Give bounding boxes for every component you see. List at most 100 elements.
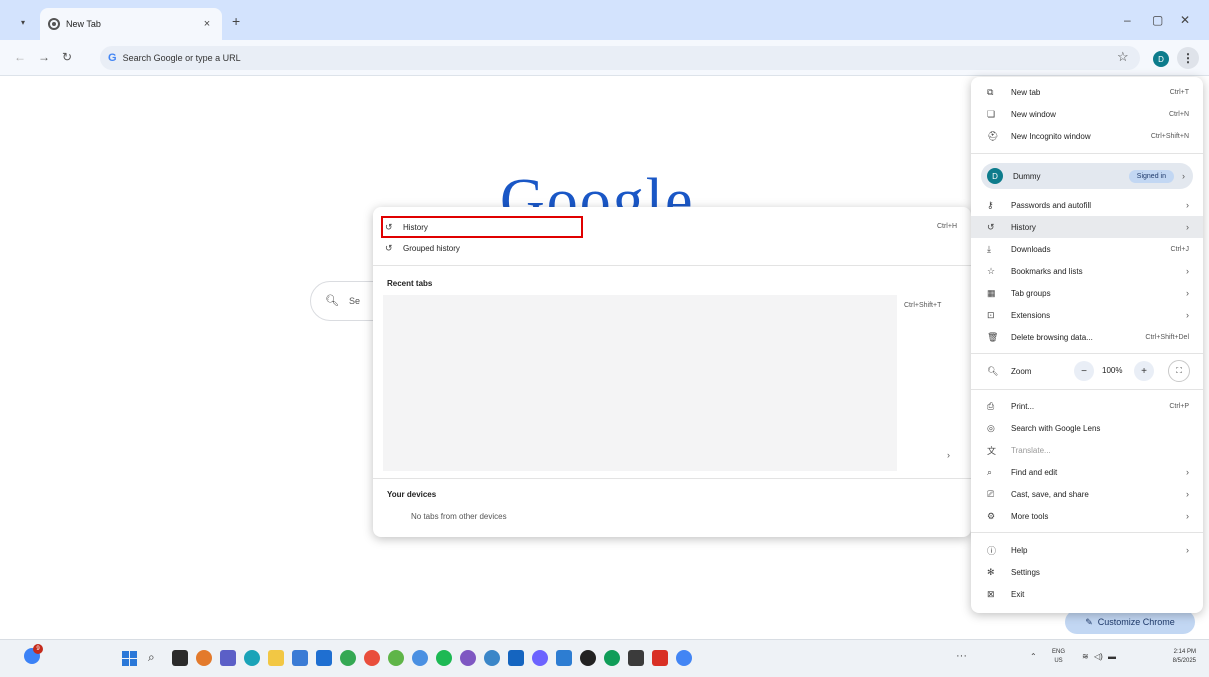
chrome-icon[interactable]	[340, 650, 356, 666]
omnibox[interactable]: G Search Google or type a URL	[100, 46, 1140, 70]
edge-icon[interactable]	[244, 650, 260, 666]
chrome-profile-icon[interactable]	[460, 650, 476, 666]
back-button[interactable]: ←	[14, 50, 26, 64]
tab-new-tab[interactable]: New Tab ×	[40, 8, 222, 40]
menu-item-extensions[interactable]: ⊡ Extensions ›	[971, 304, 1203, 326]
menu-item-find-and-edit[interactable]: ⌕ Find and edit ›	[971, 461, 1203, 483]
chevron-right-icon: ›	[1186, 222, 1189, 232]
store-icon[interactable]	[292, 650, 308, 666]
terminal-icon[interactable]	[508, 650, 524, 666]
chrome-profile-icon[interactable]	[676, 650, 692, 666]
menu-item-tab-groups[interactable]: ▦ Tab groups ›	[971, 282, 1203, 304]
submenu-item-label: History	[403, 222, 428, 232]
windows-start-icon[interactable]	[122, 651, 137, 666]
omnibox-placeholder: Search Google or type a URL	[122, 53, 241, 63]
spotify-icon[interactable]	[436, 650, 452, 666]
restore-icon[interactable]: ▢	[1152, 13, 1163, 27]
divider	[373, 478, 971, 479]
menu-item-more-tools[interactable]: ⚙ More tools ›	[971, 505, 1203, 527]
menu-item-history[interactable]: ↺ History ›	[971, 216, 1203, 238]
search-icon[interactable]: ⌕	[148, 650, 155, 665]
customize-chrome-button[interactable]: ✎ Customize Chrome	[1065, 610, 1195, 634]
app-icon[interactable]	[628, 650, 644, 666]
chrome-icon[interactable]	[604, 650, 620, 666]
chrome-profile-icon[interactable]	[532, 650, 548, 666]
menu-item-downloads[interactable]: ⤓ Downloads Ctrl+J	[971, 238, 1203, 260]
divider	[971, 532, 1203, 533]
menu-item-new-window[interactable]: ❏ New window Ctrl+N	[971, 103, 1203, 125]
task-view-icon[interactable]	[172, 650, 188, 666]
incognito-icon: ⛑	[987, 130, 999, 141]
fullscreen-icon[interactable]: ⛶	[1168, 360, 1190, 382]
settings-app-icon[interactable]	[484, 650, 500, 666]
menu-item-exit[interactable]: ⊠ Exit	[971, 583, 1203, 605]
chevron-right-icon: ›	[1186, 310, 1189, 320]
menu-item-bookmarks[interactable]: ☆ Bookmarks and lists ›	[971, 260, 1203, 282]
zoom-value: 100%	[1102, 366, 1123, 375]
outlook-icon[interactable]	[316, 650, 332, 666]
submenu-item-history[interactable]: ↺ History	[385, 218, 428, 236]
menu-item-cast-save-share[interactable]: ⎚ Cast, save, and share ›	[971, 483, 1203, 505]
widgets-icon[interactable]	[196, 650, 212, 666]
exit-icon: ⊠	[987, 588, 995, 599]
profile-avatar-icon: D	[987, 168, 1003, 184]
clock[interactable]: 2:14 PM 8/5/2025	[1160, 648, 1196, 666]
menu-item-delete-browsing-data[interactable]: 🗑︎ Delete browsing data... Ctrl+Shift+De…	[971, 326, 1203, 348]
bookmark-star-icon[interactable]: ☆	[1117, 49, 1129, 65]
zoom-out-button[interactable]: −	[1074, 361, 1094, 381]
translate-icon: 文	[987, 445, 997, 456]
chrome-menu-button[interactable]: ⋮	[1177, 47, 1199, 69]
chrome-profile-icon[interactable]	[388, 650, 404, 666]
menu-item-help[interactable]: ⓘ Help ›	[971, 539, 1203, 561]
menu-item-passwords[interactable]: ⚷ Passwords and autofill ›	[971, 194, 1203, 216]
minimize-icon[interactable]: –	[1124, 13, 1131, 27]
battery-icon: ▬	[1108, 652, 1116, 661]
chrome-profile-icon[interactable]	[412, 650, 428, 666]
taskbar: 9 ⌕ ··· ⌃ ENG US ≋ ◁) ▬ 2:14 PM 8/5/2025	[0, 639, 1209, 677]
new-tab-icon: ⧉	[987, 86, 994, 97]
zoom-in-button[interactable]: +	[1134, 361, 1154, 381]
app-icon[interactable]	[652, 650, 668, 666]
menu-item-new-tab[interactable]: ⧉ New tab Ctrl+T	[971, 81, 1203, 103]
key-icon: ⚷	[987, 199, 994, 210]
menu-item-print[interactable]: ⎙ Print... Ctrl+P	[971, 395, 1203, 417]
tab-search-button[interactable]: ▾	[14, 13, 32, 31]
menu-item-google-lens[interactable]: ◎ Search with Google Lens	[971, 417, 1203, 439]
vscode-icon[interactable]	[556, 650, 572, 666]
app-icon[interactable]	[580, 650, 596, 666]
teams-icon[interactable]	[220, 650, 236, 666]
profile-name: Dummy	[1013, 171, 1041, 181]
wifi-icon: ≋	[1082, 652, 1089, 661]
chevron-right-icon: ›	[1186, 288, 1189, 298]
chevron-right-icon: ›	[1186, 467, 1189, 477]
menu-item-new-incognito[interactable]: ⛑ New Incognito window Ctrl+Shift+N	[971, 125, 1203, 147]
divider	[971, 389, 1203, 390]
app-icon[interactable]	[364, 650, 380, 666]
chrome-icon	[48, 18, 60, 30]
submenu-item-grouped-history[interactable]: ↺ Grouped history	[385, 239, 460, 257]
lens-icon: ◎	[987, 422, 995, 433]
profile-avatar[interactable]: D	[1153, 51, 1169, 67]
close-window-icon[interactable]: ✕	[1180, 13, 1190, 27]
profile-row[interactable]: D Dummy Signed in ›	[981, 163, 1193, 189]
cast-icon: ⎚	[987, 488, 995, 499]
close-tab-icon[interactable]: ×	[200, 18, 214, 30]
language-indicator[interactable]: ENG US	[1052, 648, 1065, 666]
file-explorer-icon[interactable]	[268, 650, 284, 666]
more-apps-icon[interactable]: ···	[956, 650, 967, 662]
system-tray-icons[interactable]: ≋ ◁) ▬	[1082, 652, 1116, 661]
ntp-search-placeholder: Se	[349, 296, 361, 306]
chevron-right-icon[interactable]: ›	[947, 450, 950, 460]
recent-tabs-heading: Recent tabs	[387, 279, 433, 288]
forward-button[interactable]: →	[38, 50, 50, 64]
chevron-up-icon[interactable]: ⌃	[1030, 652, 1037, 661]
reload-button[interactable]: ↻	[62, 50, 72, 64]
new-window-icon: ❏	[987, 108, 996, 119]
menu-item-settings[interactable]: ✻ Settings	[971, 561, 1203, 583]
new-tab-button[interactable]: +	[232, 14, 240, 28]
download-icon: ⤓	[987, 243, 991, 254]
tab-groups-icon: ▦	[987, 287, 996, 298]
print-icon: ⎙	[987, 400, 995, 411]
your-devices-heading: Your devices	[387, 490, 437, 499]
chrome-main-menu: ⧉ New tab Ctrl+T ❏ New window Ctrl+N ⛑ N…	[971, 77, 1203, 613]
